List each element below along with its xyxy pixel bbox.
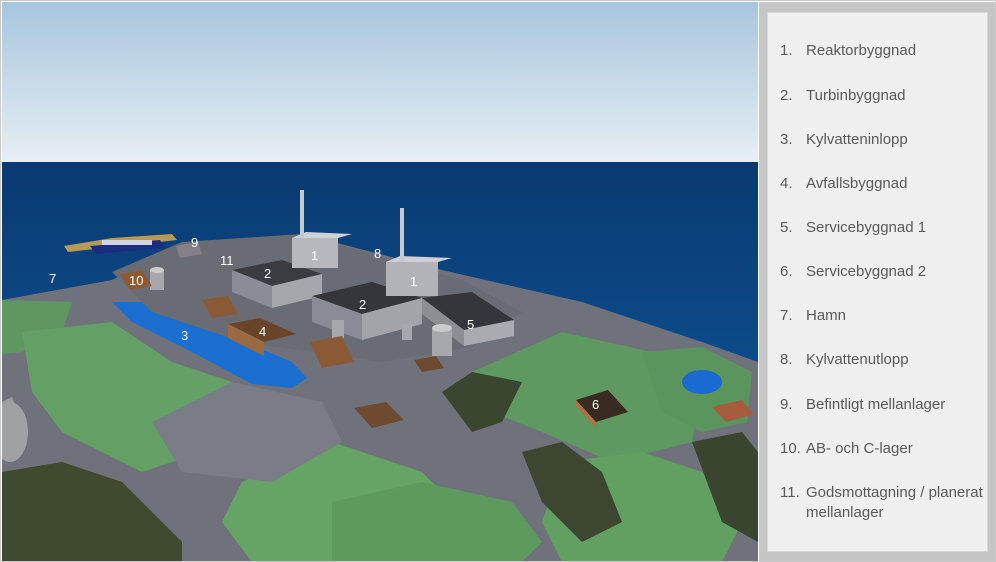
tank-a-top — [432, 324, 452, 332]
legend-label: Befintligt mellanlager — [806, 396, 946, 413]
figure-frame: 1 1 2 2 3 4 5 6 7 8 9 10 11 1. Reaktorby… — [0, 0, 996, 562]
legend-number: 2. — [780, 87, 793, 104]
legend-number: 6. — [780, 263, 793, 280]
legend-label: Reaktorbyggnad — [806, 42, 917, 59]
legend-panel: 1. Reaktorbyggnad 2. Turbinbyggnad 3. Ky… — [759, 2, 995, 561]
marker-7: 7 — [49, 271, 56, 286]
legend-box: 1. Reaktorbyggnad 2. Turbinbyggnad 3. Ky… — [767, 12, 988, 552]
legend-number: 11. — [780, 484, 800, 501]
marker-8: 8 — [374, 246, 381, 261]
marker-9: 9 — [191, 235, 198, 250]
marker-6: 6 — [592, 397, 599, 412]
marker-4: 4 — [259, 324, 266, 339]
tank-c — [332, 320, 344, 338]
stack-right — [400, 208, 404, 262]
pond — [682, 370, 722, 394]
marker-2-center: 2 — [359, 297, 366, 312]
site-render-svg: 1 1 2 2 3 4 5 6 7 8 9 10 11 — [2, 2, 758, 561]
legend-label: Godsmottagning / planerat mellanlager — [806, 484, 983, 521]
marker-3: 3 — [181, 328, 188, 343]
tank-b-top — [150, 267, 164, 273]
legend-number: 10. — [780, 440, 801, 457]
legend-label: Servicebyggnad 1 — [806, 219, 927, 236]
legend-label: Kylvattenutlopp — [806, 351, 909, 368]
legend-number: 8. — [780, 351, 793, 368]
marker-1-right: 1 — [410, 274, 417, 289]
plant-3d-rendering: 1 1 2 2 3 4 5 6 7 8 9 10 11 — [2, 2, 758, 561]
marker-11: 11 — [220, 253, 234, 268]
legend-number: 7. — [780, 307, 793, 324]
legend-number: 1. — [780, 42, 793, 59]
marker-1-left: 1 — [311, 248, 318, 263]
legend-number: 9. — [780, 396, 793, 413]
tank-a — [432, 328, 452, 356]
legend-label: Avfallsbyggnad — [806, 175, 908, 192]
legend-number: 3. — [780, 131, 793, 148]
legend-label: Turbinbyggnad — [806, 87, 906, 104]
legend-label: Kylvatteninlopp — [806, 131, 908, 148]
ship-deck — [102, 240, 152, 245]
tank-d — [402, 324, 412, 340]
sky — [2, 2, 758, 164]
marker-10: 10 — [129, 273, 143, 288]
marker-2-left: 2 — [264, 266, 271, 281]
legend-label: Hamn — [806, 307, 847, 324]
legend-number: 5. — [780, 219, 793, 236]
stack-left — [300, 190, 304, 238]
legend-number: 4. — [780, 175, 793, 192]
legend-label: AB- och C-lager — [806, 440, 913, 457]
marker-5: 5 — [467, 317, 474, 332]
legend-label: Servicebyggnad 2 — [806, 263, 927, 280]
